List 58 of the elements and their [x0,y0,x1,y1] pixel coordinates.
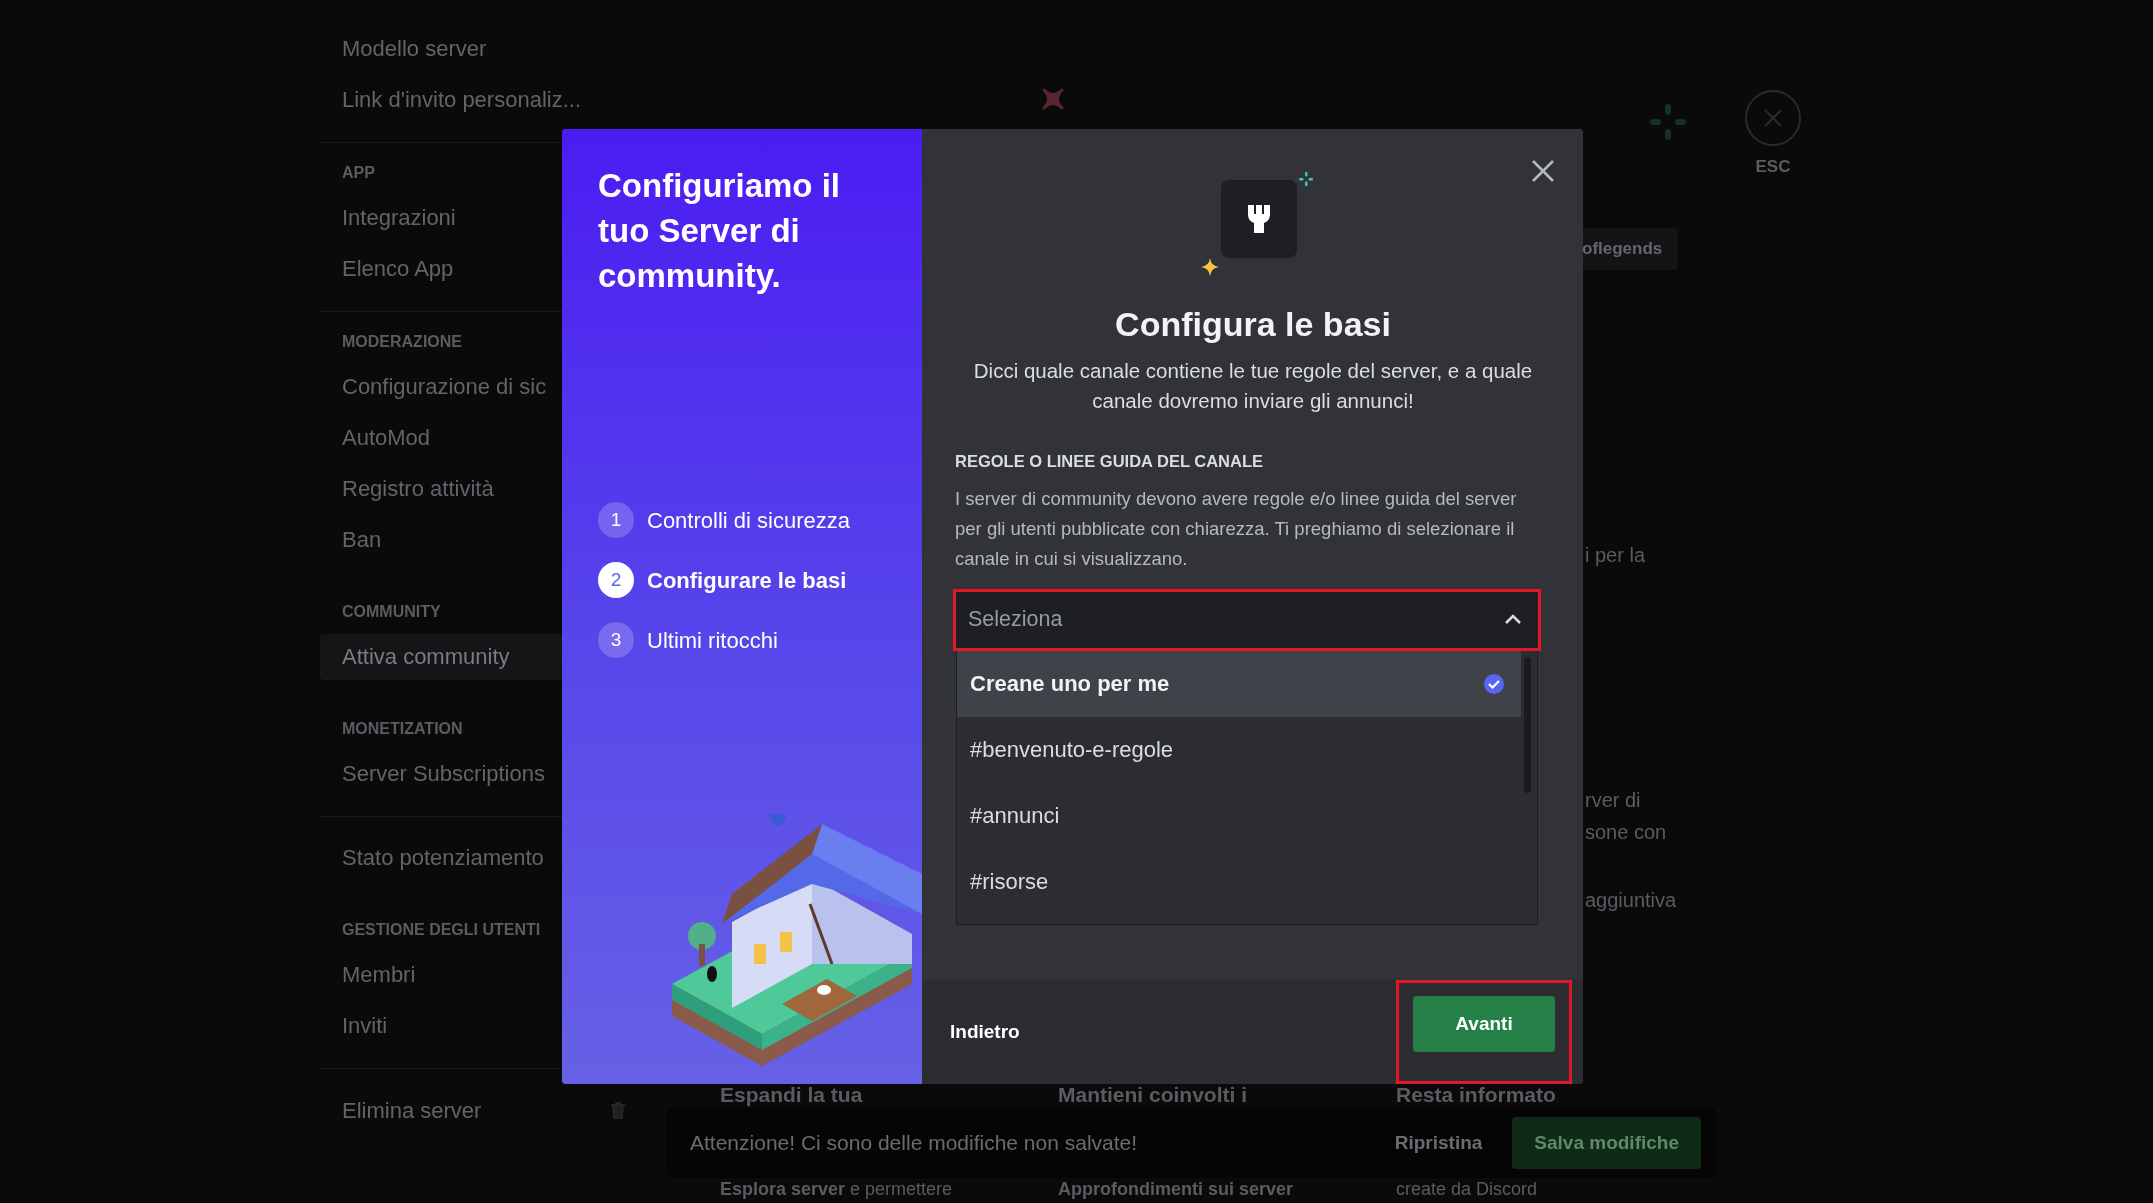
background-text: aggiuntiva [1585,887,1677,913]
sparkle-icon [1648,102,1688,142]
side-panel-title: Configuriamo il tuo Server di community. [598,166,841,296]
sidebar-section-header: APP [341,163,376,183]
card-caption: Approfondimenti sui server [1058,1179,1295,1200]
section-description: I server di community devono avere regole e/o linee guida del server per gli utenti pubblicate con chiarezza. Ti preghiamo di selezionare il canale in cui si visualizzano. [954,486,1518,571]
step-label: Ultimi ritocchi [647,626,778,655]
dropdown-option[interactable]: #benvenuto-e-regole [957,716,1521,783]
reset-button[interactable]: Ripristina [1388,1127,1489,1159]
dialog-description: Dicci quale canale contiene le tue regole del server, e a quale canale dovremo inviare gli annunci! [973,358,1533,414]
sidebar-item[interactable]: Stato potenziamento [320,835,566,881]
step-number: 2 [598,562,634,598]
warning-message: Attenzione! Ci sono delle modifiche non salvate! [690,1130,1139,1157]
background-text: i per la [1585,542,1646,568]
sidebar-item[interactable]: Modello server [320,26,509,72]
sidebar-section-header: COMMUNITY [341,602,442,622]
section-label: REGOLE O LINEE GUIDA DEL CANALE [954,451,1265,472]
card-caption: create da Discord [1396,1179,1539,1200]
sidebar-item[interactable]: Integrazioni [320,195,478,241]
sidebar-item[interactable]: Ban [320,517,404,563]
close-icon [1531,159,1555,183]
sparkle-icon [1042,88,1064,110]
sidebar-item[interactable]: Elimina server [342,1093,482,1127]
background-text: sone con [1585,819,1667,845]
step-label: Configurare le basi [647,566,847,595]
channel-select[interactable]: Seleziona [956,591,1538,648]
sidebar-section-header: GESTIONE DEGLI UTENTI [341,920,542,940]
step-label: Controlli di sicurezza [647,506,850,535]
card-caption: Esplora server e permettere [720,1179,954,1200]
dropdown-option[interactable]: #risorse [957,848,1521,915]
sparkle-icon [1299,172,1313,186]
check-icon [1483,672,1505,695]
back-button[interactable]: Indietro [944,1016,1026,1048]
sidebar-item[interactable]: Elenco App [320,246,476,292]
card-heading: Espandi la tua [720,1084,864,1106]
step-number: 3 [598,622,634,658]
sidebar-item[interactable]: Membri [320,952,438,998]
star-icon [1201,258,1219,276]
save-changes-button[interactable]: Salva modifiche [1512,1116,1701,1170]
dropdown-option[interactable]: #annunci [957,782,1521,849]
next-button[interactable]: Avanti [1413,996,1555,1052]
sidebar-section-header: MODERAZIONE [341,332,463,352]
sidebar-item[interactable]: AutoMod [320,415,453,461]
dialog-title: Configura le basi [1115,304,1391,345]
chevron-icon [1504,612,1522,626]
server-tag: oflegends [1580,228,1679,270]
esc-label: ESC [1755,156,1791,178]
card-heading: Mantieni coinvolti i [1058,1084,1248,1106]
step-number: 1 [598,502,634,538]
dropdown-option[interactable]: Creane uno per me [957,650,1521,717]
sidebar-item[interactable]: Registro attività [320,466,516,512]
trash-icon [608,1100,628,1120]
close-icon [1762,107,1784,129]
background-text: rver di [1585,787,1641,813]
card-heading: Resta informato [1396,1084,1557,1106]
sidebar-section-header: MONETIZATION [341,719,464,739]
sidebar-item[interactable]: Link d'invito personaliz... [320,77,603,123]
sidebar-item[interactable]: Inviti [320,1003,410,1049]
